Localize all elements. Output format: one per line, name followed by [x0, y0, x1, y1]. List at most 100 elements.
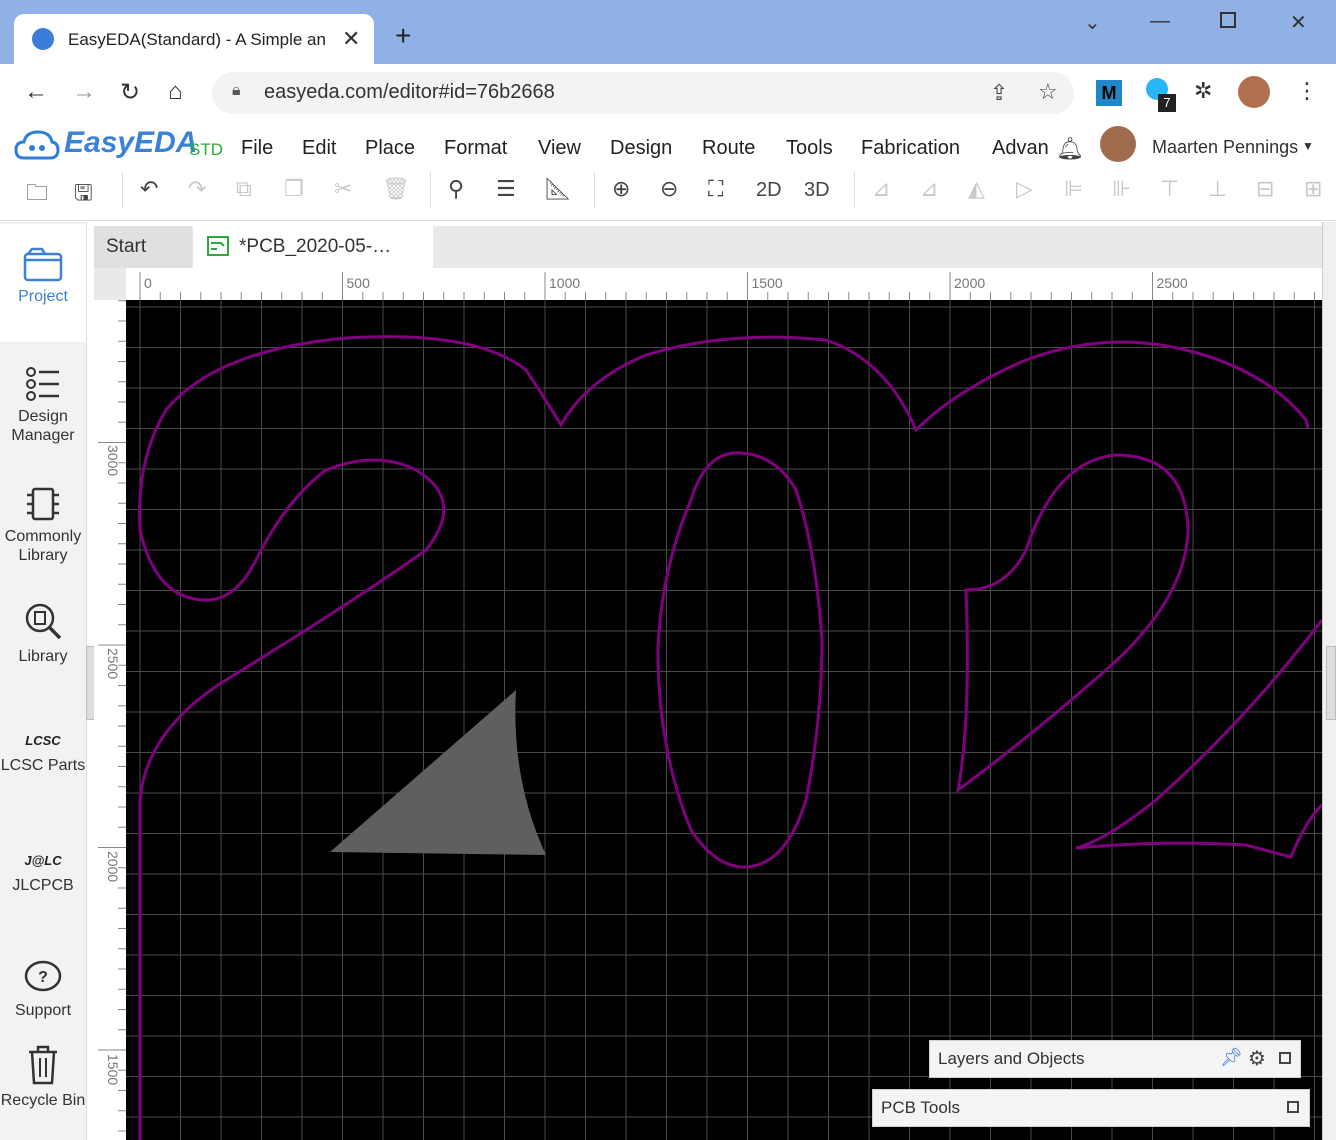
ruler-label: 1500	[752, 275, 783, 291]
tab-search-icon[interactable]: ⌄	[1084, 10, 1101, 35]
menu-view[interactable]: View	[538, 137, 581, 160]
menu-file[interactable]: File	[241, 137, 273, 160]
user-avatar[interactable]	[1100, 126, 1136, 162]
ruler-label: 2500	[1157, 275, 1188, 291]
measure-ruler-icon[interactable]: 📐︎	[544, 176, 572, 202]
nav-commonly-library[interactable]: Commonly Library	[0, 486, 86, 565]
nav-label: Support	[14, 1002, 72, 1019]
forward-button[interactable]: →	[72, 78, 96, 106]
nav-label: Library	[18, 648, 68, 665]
redo-icon[interactable]: ↷	[188, 176, 206, 202]
lock-icon[interactable]: 🔒︎	[232, 82, 241, 100]
menu-edit[interactable]: Edit	[302, 137, 336, 160]
view-2d-button[interactable]: 2D	[756, 179, 782, 202]
nav-jlcpcb[interactable]: J@LC JLCPCB	[0, 846, 86, 895]
fit-view-icon[interactable]: ⛶	[708, 176, 723, 202]
maximize-button[interactable]	[1220, 12, 1236, 28]
menu-tools[interactable]: Tools	[786, 137, 833, 160]
maximize-panel-icon[interactable]	[1279, 1052, 1291, 1064]
share-icon[interactable]: ⇪	[990, 80, 1008, 106]
toolbar-divider	[122, 172, 123, 208]
chip-search-icon	[25, 603, 62, 640]
bookmark-star-icon[interactable]: ☆	[1038, 79, 1058, 105]
close-tab-icon[interactable]: ✕	[342, 26, 360, 52]
digit-zero-outline[interactable]	[656, 451, 824, 869]
digit-two-right-outline[interactable]	[955, 453, 1190, 794]
gear-icon[interactable]: ⚙	[1248, 1046, 1266, 1071]
duplicate-icon[interactable]: ⧉	[236, 176, 252, 202]
pin-icon[interactable]: 📌︎	[1220, 1047, 1243, 1068]
app-menubar	[0, 120, 1336, 221]
digit-two-right-base[interactable]	[1075, 619, 1322, 859]
nav-support[interactable]: ? Support	[0, 960, 86, 1020]
align-left-icon[interactable]: ⊫	[1064, 176, 1083, 202]
open-folder-icon[interactable]: 🗀	[26, 176, 48, 214]
menu-fabrication[interactable]: Fabrication	[861, 137, 960, 160]
nav-design-manager[interactable]: Design Manager	[0, 366, 86, 445]
user-dropdown-icon[interactable]: ▼	[1302, 139, 1314, 153]
notification-bell-icon[interactable]: 🔔︎	[1056, 136, 1084, 162]
home-button[interactable]: ⌂	[168, 78, 183, 106]
back-button[interactable]: ←	[24, 78, 48, 106]
tab-pcb[interactable]: *PCB_2020-05-…	[193, 226, 433, 268]
right-panel-handle[interactable]	[1326, 646, 1336, 720]
pcb-tools-panel[interactable]: PCB Tools	[872, 1089, 1310, 1127]
zoom-out-icon[interactable]: ⊖	[660, 176, 678, 202]
search-icon[interactable]: ⚲	[448, 176, 464, 202]
nav-label: Commonly Library	[4, 528, 82, 564]
extension-m-icon[interactable]: M	[1096, 80, 1122, 106]
align-center-h-icon[interactable]: ⊟	[1256, 176, 1274, 202]
toolbar-divider	[854, 172, 855, 208]
delete-icon[interactable]: 🗑︎	[382, 176, 410, 202]
menu-design[interactable]: Design	[610, 137, 672, 160]
rotate-right-icon[interactable]: ⊿	[920, 176, 938, 202]
tab-label: Start	[106, 236, 147, 257]
gray-triangle-shape[interactable]	[330, 690, 546, 855]
url-text[interactable]: easyeda.com/editor#id=76b2668	[264, 81, 555, 104]
menu-advanced[interactable]: Advan	[992, 137, 1052, 160]
menu-format[interactable]: Format	[444, 137, 507, 160]
menu-route[interactable]: Route	[702, 137, 755, 160]
undo-icon[interactable]: ↶	[140, 176, 158, 202]
minimize-button[interactable]: —	[1150, 10, 1170, 33]
layers-and-objects-panel[interactable]: Layers and Objects 📌︎ ⚙	[929, 1040, 1301, 1078]
new-tab-button[interactable]: +	[395, 22, 411, 50]
board-outline-2-left[interactable]	[138, 335, 1310, 910]
folder-icon	[23, 247, 63, 282]
tab-start[interactable]: Start	[94, 226, 192, 268]
flip-horizontal-icon[interactable]: ◭	[968, 176, 985, 202]
extension-badge: 7	[1158, 94, 1176, 112]
find-list-icon[interactable]: ☰	[496, 176, 516, 202]
user-name[interactable]: Maarten Pennings	[1152, 137, 1298, 158]
align-center-v-icon[interactable]: ⊞	[1304, 176, 1322, 202]
reload-button[interactable]: ↻	[120, 78, 140, 107]
view-3d-button[interactable]: 3D	[804, 179, 830, 202]
save-icon[interactable]: 🖫	[74, 176, 93, 214]
browser-tab[interactable]: EasyEDA(Standard) - A Simple an ✕	[14, 14, 374, 64]
maximize-panel-icon[interactable]	[1287, 1101, 1299, 1113]
profile-avatar[interactable]	[1238, 76, 1270, 108]
nav-project[interactable]: Project	[0, 246, 86, 306]
flip-vertical-icon[interactable]: ▷	[1016, 176, 1033, 202]
ruler-label: 1500	[105, 1054, 121, 1085]
ruler-label: 0	[144, 275, 152, 291]
rotate-left-icon[interactable]: ⊿	[872, 176, 890, 202]
chip-icon	[27, 487, 59, 521]
browser-menu-icon[interactable]: ⋮	[1296, 78, 1318, 104]
align-bottom-icon[interactable]: ⊥	[1208, 176, 1227, 202]
close-window-button[interactable]: ✕	[1290, 10, 1307, 35]
nav-lcsc-parts[interactable]: LCSC LCSC Parts	[0, 726, 86, 775]
ruler-label: 2000	[105, 851, 121, 882]
cut-icon[interactable]: ✂	[334, 176, 352, 202]
align-right-icon[interactable]: ⊪	[1112, 176, 1131, 202]
copy-icon[interactable]: ❐	[284, 176, 304, 202]
nav-library[interactable]: Library	[0, 602, 86, 666]
extensions-puzzle-icon[interactable]: ✲	[1194, 78, 1212, 104]
easyeda-favicon-icon	[32, 28, 54, 50]
align-top-icon[interactable]: ⊤	[1160, 176, 1179, 202]
menu-place[interactable]: Place	[365, 137, 415, 160]
zoom-in-icon[interactable]: ⊕	[612, 176, 630, 202]
app-logo-text: EasyEDA	[64, 126, 198, 159]
nav-recycle-bin[interactable]: Recycle Bin	[0, 1044, 86, 1110]
pcb-canvas[interactable]	[126, 300, 1322, 1140]
